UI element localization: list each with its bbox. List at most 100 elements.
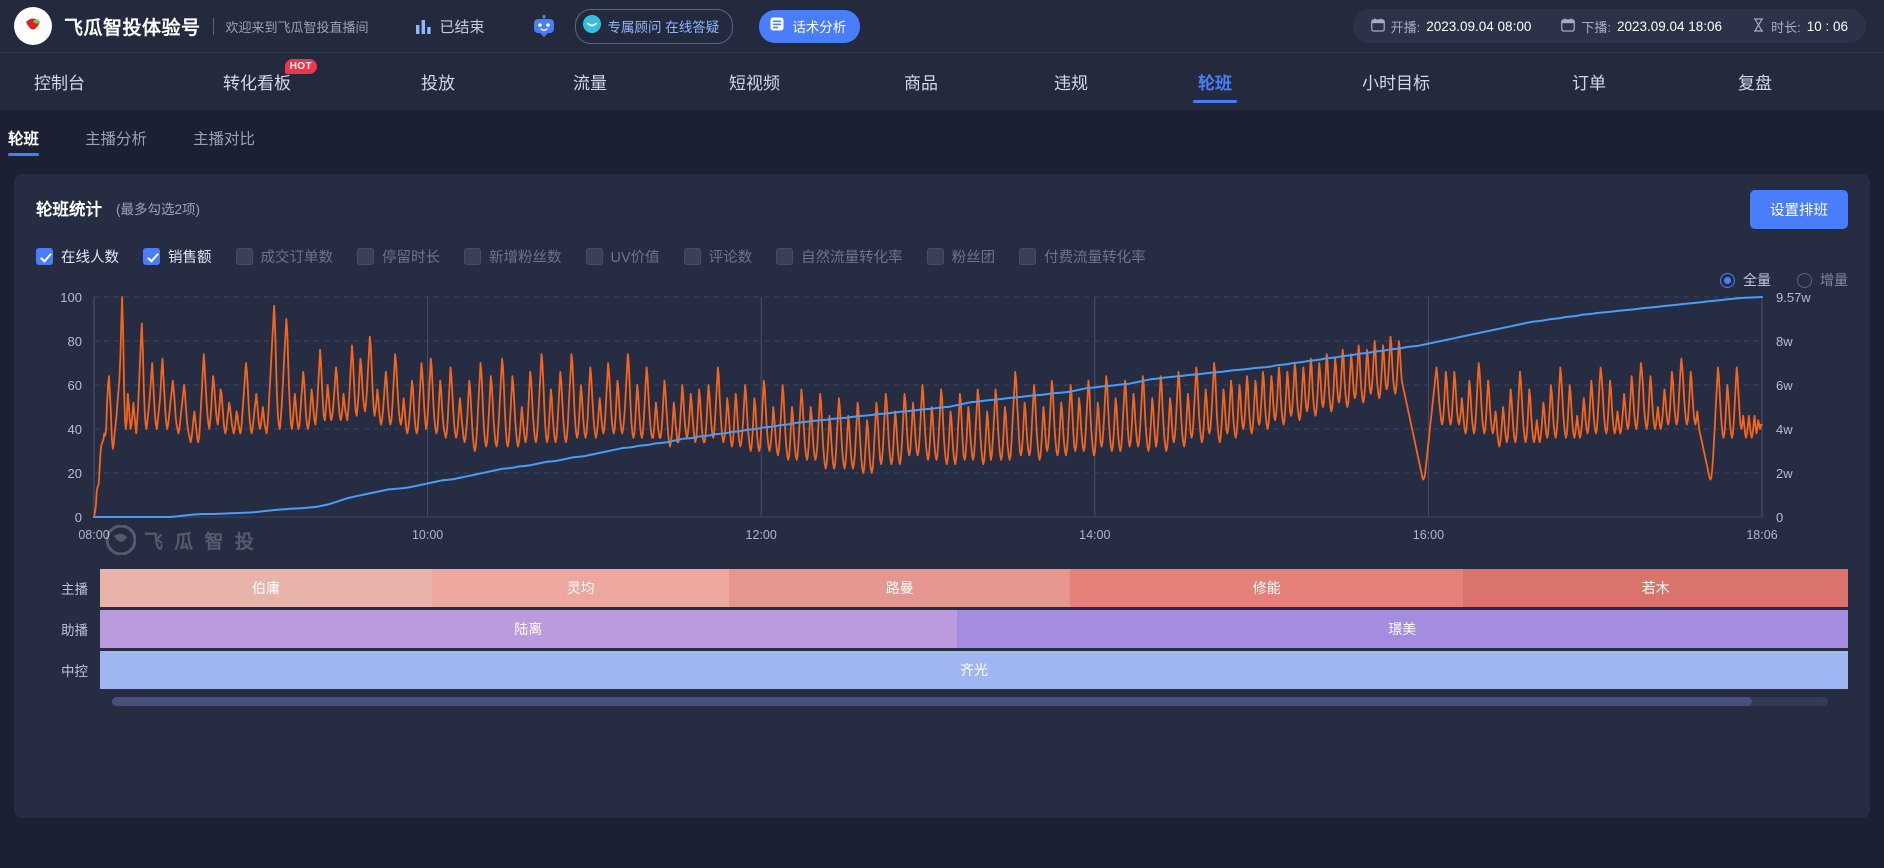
shift-segment-0-2[interactable]: 路曼 — [729, 569, 1071, 607]
nav-item-9[interactable]: 订单 — [1566, 53, 1612, 111]
chart-svg[interactable]: 0 20 40 60 80 100 0 2w 4w 6w 8w 9.57w 08:00 10:00 12:0… — [36, 289, 1832, 557]
shift-row-label: 中控 — [61, 664, 88, 679]
duration-label: 时长: — [1771, 19, 1801, 35]
nav-item-1[interactable]: 转化看板 HOT — [217, 53, 317, 111]
hot-badge: HOT — [284, 58, 317, 74]
metrics-chart: 0 20 40 60 80 100 0 2w 4w 6w 8w 9.57w 08:00 10:00 12:0… — [36, 289, 1848, 559]
radio-dot[interactable] — [1720, 272, 1735, 288]
shift-track: 齐光 — [100, 651, 1848, 689]
metric-label: 付费流量转化率 — [1044, 250, 1146, 266]
metric-checkbox-9[interactable]: 付费流量转化率 — [1019, 246, 1146, 267]
checkbox-box[interactable] — [1019, 248, 1037, 265]
svg-text:6w: 6w — [1776, 378, 1793, 393]
end-time-value: 2023.09.04 18:06 — [1616, 18, 1723, 34]
shift-track: 陆离 璟美 — [100, 610, 1848, 648]
sub-tab-2[interactable]: 主播对比 — [193, 110, 255, 166]
nav-item-5[interactable]: 商品 — [898, 53, 944, 111]
shift-row-label: 主播 — [61, 582, 88, 597]
sub-tab-1[interactable]: 主播分析 — [85, 110, 147, 166]
status-text: 已结束 — [439, 18, 485, 36]
checkbox-box[interactable] — [143, 248, 160, 265]
checkbox-box[interactable] — [683, 248, 701, 265]
document-icon — [769, 16, 785, 37]
shift-segment-0-0[interactable]: 伯庸 — [100, 569, 433, 607]
shift-segment-label: 修能 — [1252, 580, 1281, 596]
scope-radio-group: 全量 增量 — [1720, 270, 1848, 290]
metric-checkbox-5[interactable]: UV价值 — [585, 246, 660, 267]
svg-text:08:00: 08:00 — [78, 528, 109, 542]
metric-checkbox-3[interactable]: 停留时长 — [357, 246, 440, 267]
sub-tab-label: 轮班 — [8, 131, 40, 148]
nav-item-3[interactable]: 流量 — [567, 53, 613, 111]
nav-item-0[interactable]: 控制台 — [28, 53, 91, 111]
checkbox-box[interactable] — [464, 248, 481, 265]
nav-item-label: 短视频 — [729, 74, 780, 93]
metric-checkbox-4[interactable]: 新增粉丝数 — [464, 246, 562, 267]
metric-label: 销售额 — [168, 250, 212, 266]
end-time-label: 下播: — [1581, 19, 1611, 35]
nav-item-8[interactable]: 小时目标 — [1356, 53, 1436, 111]
main-navigation: 控制台 转化看板 HOT 投放 流量 短视频 商品 违规 轮班 小时目标 订单 复盘 — [0, 52, 1884, 110]
scope-radio-1[interactable]: 增量 — [1797, 270, 1848, 290]
shift-track: 伯庸 灵均 路曼 修能 若木 — [100, 569, 1848, 607]
anchor-row: 主播 伯庸 灵均 路曼 修能 若木 — [36, 569, 1848, 607]
nav-item-6[interactable]: 违规 — [1048, 53, 1094, 111]
script-analysis-button[interactable]: 话术分析 — [759, 9, 861, 43]
nav-item-label: 轮班 — [1198, 74, 1232, 93]
shift-statistics-card: 轮班统计 (最多勾选2项) 设置排班 在线人数 销售额 成交订单数 停留时长 新增粉丝数… — [14, 174, 1870, 818]
horizontal-scrollbar[interactable] — [112, 697, 1828, 706]
shift-segment-2-0[interactable]: 齐光 — [100, 651, 1848, 689]
svg-text:60: 60 — [68, 378, 82, 393]
checkbox-box[interactable] — [36, 248, 53, 265]
shift-segment-0-1[interactable]: 灵均 — [432, 569, 730, 607]
card-header: 轮班统计 (最多勾选2项) — [36, 196, 1848, 220]
shift-rows: 主播 伯庸 灵均 路曼 修能 若木 助播 陆离 璟美 中控 齐光 — [36, 569, 1848, 689]
metric-label: 新增粉丝数 — [489, 250, 562, 266]
metric-label: 评论数 — [708, 250, 753, 266]
metric-checkbox-7[interactable]: 自然流量转化率 — [776, 246, 903, 267]
nav-item-2[interactable]: 投放 — [415, 53, 461, 111]
checkbox-box[interactable] — [357, 248, 374, 265]
metric-label: 成交订单数 — [260, 250, 334, 266]
shift-segment-0-4[interactable]: 若木 — [1463, 569, 1848, 607]
sub-tab-label: 主播分析 — [85, 131, 148, 148]
metric-checkbox-1[interactable]: 销售额 — [143, 246, 212, 267]
calendar-icon — [1370, 17, 1385, 35]
nav-item-7[interactable]: 轮班 — [1192, 53, 1238, 111]
scrollbar-thumb[interactable] — [112, 697, 1752, 706]
metric-checkbox-8[interactable]: 粉丝团 — [926, 246, 995, 267]
svg-text:8w: 8w — [1776, 334, 1793, 349]
svg-text:16:00: 16:00 — [1413, 528, 1444, 542]
checkbox-box[interactable] — [585, 248, 603, 265]
shift-segment-1-0[interactable]: 陆离 — [100, 610, 957, 648]
metric-checkbox-6[interactable]: 评论数 — [683, 246, 753, 267]
card-subtitle: (最多勾选2项) — [116, 202, 200, 217]
metric-checkbox-2[interactable]: 成交订单数 — [235, 246, 334, 267]
nav-item-label: 商品 — [904, 74, 938, 93]
live-status: 已结束 — [415, 16, 485, 37]
set-schedule-button[interactable]: 设置排班 — [1750, 190, 1848, 229]
nav-item-10[interactable]: 复盘 — [1732, 53, 1778, 111]
checkbox-box[interactable] — [235, 248, 253, 265]
brand-name: 飞瓜智投体验号 — [64, 17, 201, 39]
nav-item-label: 流量 — [573, 74, 607, 93]
shift-segment-label: 齐光 — [960, 662, 988, 678]
advisor-button[interactable]: 专属顾问 在线答疑 — [574, 8, 734, 44]
checkbox-box[interactable] — [926, 248, 944, 265]
shift-segment-label: 伯庸 — [252, 580, 281, 596]
metric-checkbox-0[interactable]: 在线人数 — [36, 246, 119, 267]
svg-text:80: 80 — [68, 334, 82, 349]
checkbox-box[interactable] — [776, 248, 794, 265]
radio-dot[interactable] — [1797, 272, 1812, 288]
bar-chart-icon — [415, 18, 432, 35]
sub-tab-0[interactable]: 轮班 — [8, 110, 40, 166]
shift-segment-label: 路曼 — [885, 580, 914, 596]
svg-text:0: 0 — [1776, 510, 1783, 525]
scope-radio-0[interactable]: 全量 — [1720, 270, 1771, 290]
divider — [212, 17, 214, 35]
nav-item-4[interactable]: 短视频 — [723, 53, 786, 111]
robot-icon[interactable] — [531, 14, 557, 38]
duration: 时长: 10 : 06 — [1752, 17, 1848, 36]
shift-segment-1-1[interactable]: 璟美 — [956, 610, 1848, 648]
shift-segment-0-3[interactable]: 修能 — [1070, 569, 1464, 607]
